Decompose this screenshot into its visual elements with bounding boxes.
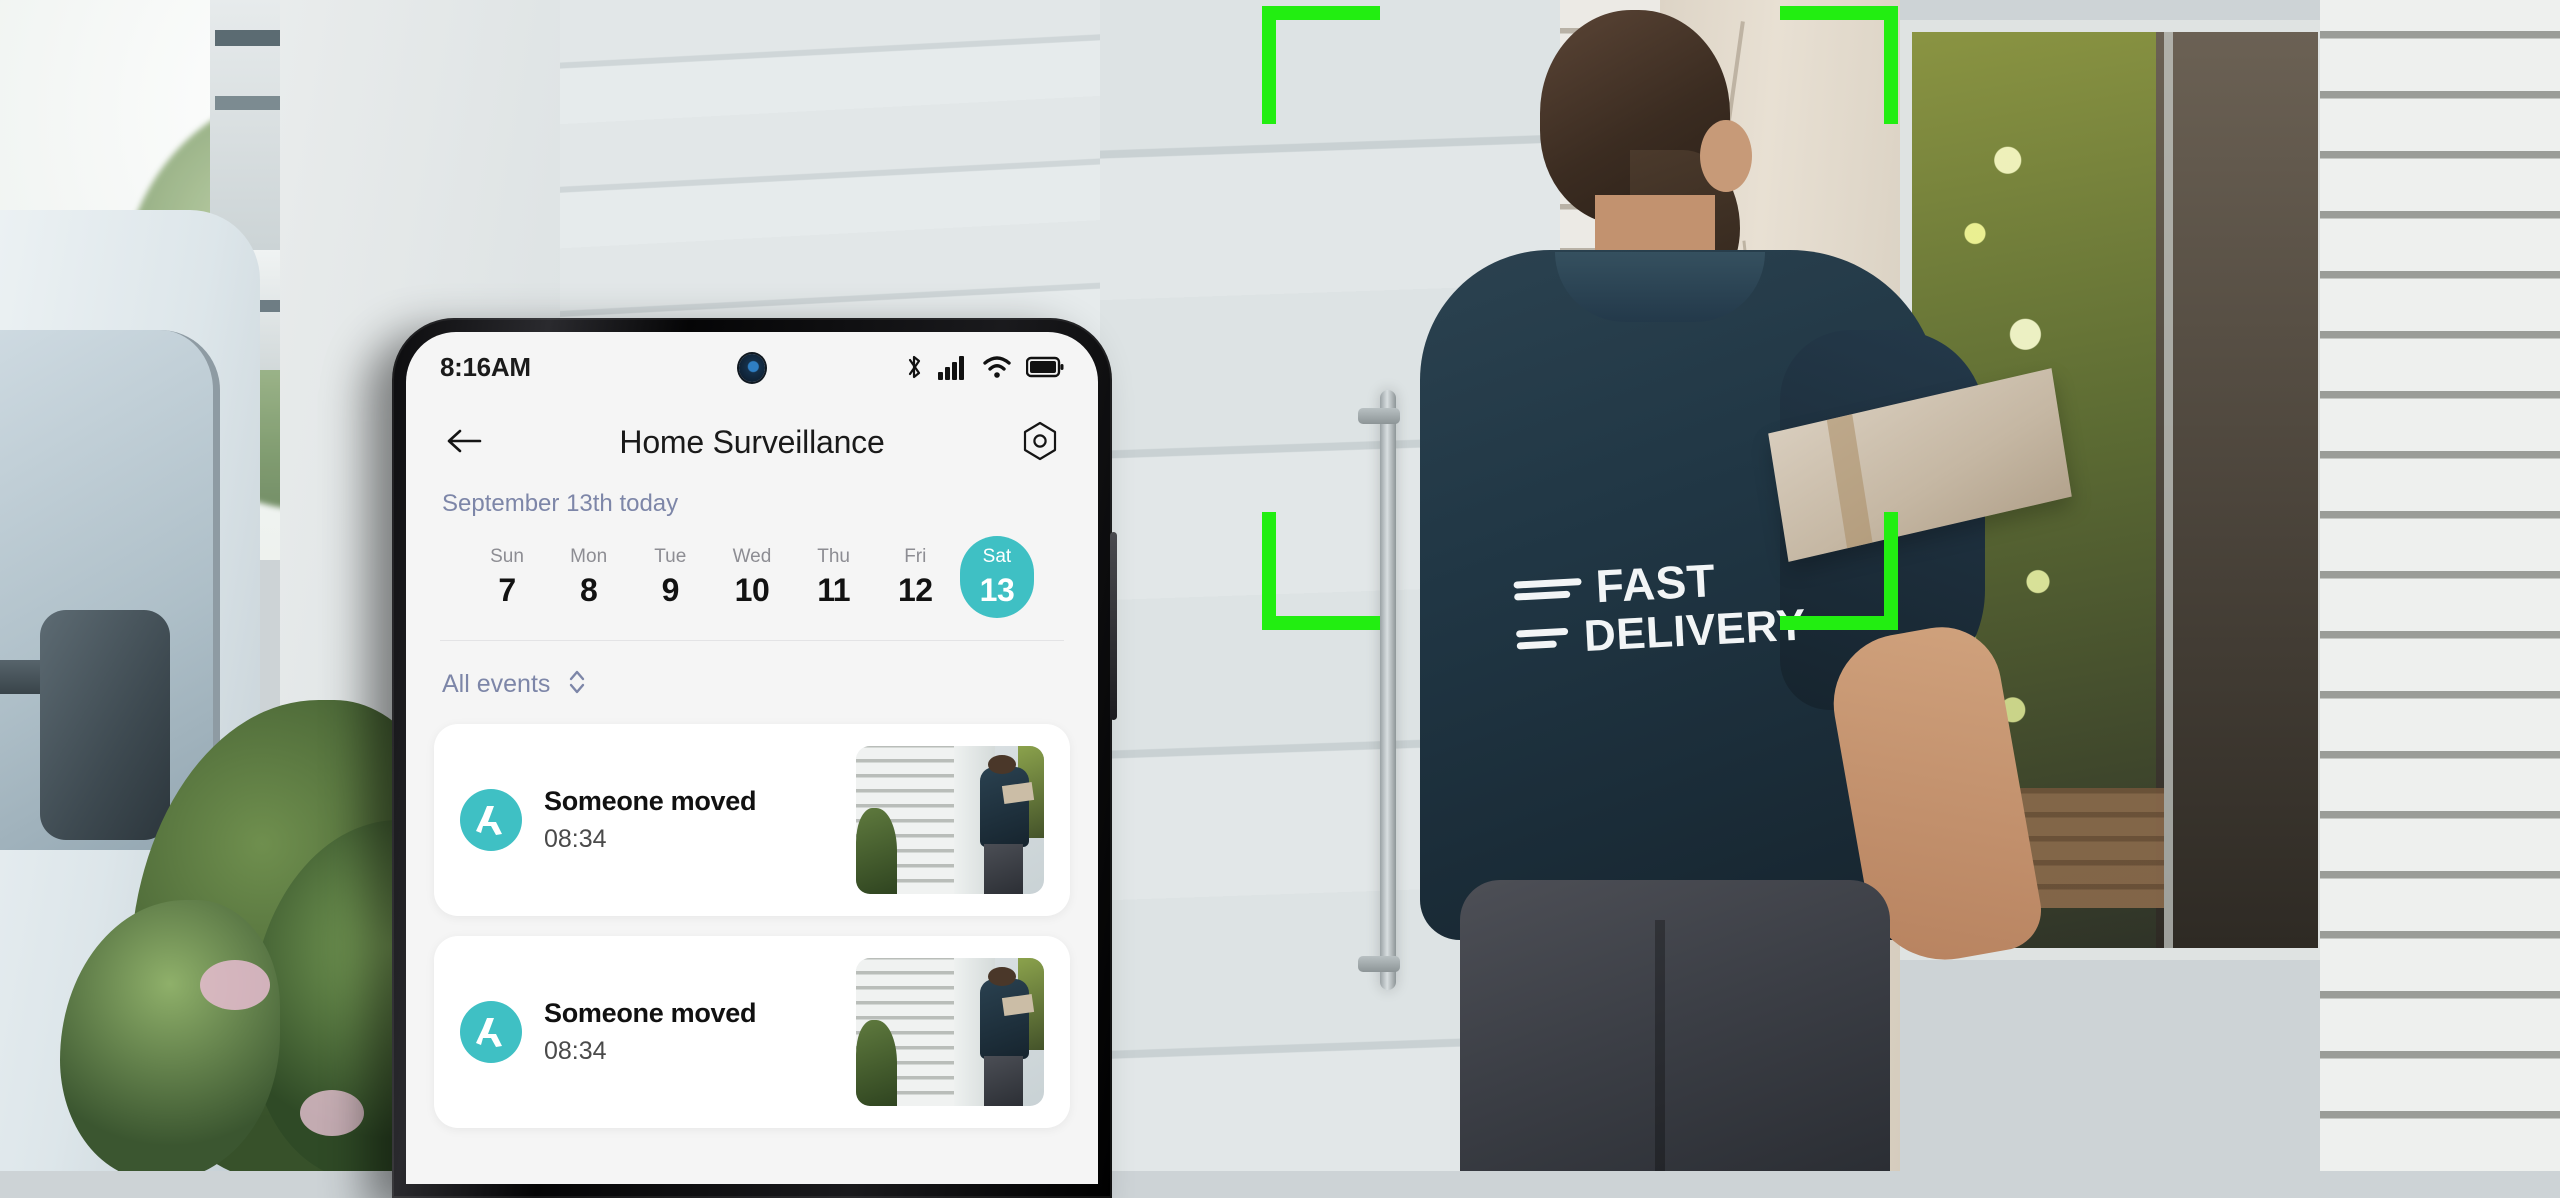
van-side-mirror (40, 610, 170, 840)
event-time: 08:34 (544, 1037, 834, 1066)
shirt-logo-line1: FAST (1595, 557, 1717, 611)
day-tue[interactable]: Tue 9 (633, 536, 707, 618)
app-bar: Home Surveillance (406, 392, 1098, 472)
detection-bracket-top-left (1262, 6, 1382, 126)
event-filter-selector[interactable]: All events (406, 641, 1098, 724)
white-brick-wall (2320, 0, 2560, 1171)
hydrangea-flower (200, 960, 270, 1010)
day-strip: Sun 7 Mon 8 Tue 9 Wed 10 Thu 11 Fri 12 (440, 520, 1064, 641)
day-of-month-label: 13 (980, 572, 1015, 609)
event-text: Someone moved 08:34 (544, 998, 834, 1066)
day-of-month-label: 9 (662, 572, 679, 609)
day-wed[interactable]: Wed 10 (715, 536, 789, 618)
event-thumbnail[interactable] (856, 958, 1044, 1106)
event-title: Someone moved (544, 998, 834, 1029)
detection-bracket-top-right (1778, 6, 1898, 126)
detection-bracket-bottom-left (1262, 510, 1382, 630)
day-of-week-label: Mon (570, 546, 607, 568)
event-card[interactable]: Someone moved 08:34 (434, 724, 1070, 916)
day-of-week-label: Sat (983, 546, 1012, 568)
hydrangea-flower (300, 1090, 364, 1136)
day-sat-selected[interactable]: Sat 13 (960, 536, 1034, 618)
day-of-week-label: Sun (490, 546, 524, 568)
day-of-month-label: 12 (898, 572, 933, 609)
power-button[interactable] (1110, 532, 1117, 720)
event-card[interactable]: Someone moved 08:34 (434, 936, 1070, 1128)
phone-device: 8:16AM (392, 318, 1112, 1198)
status-icons (904, 354, 1064, 380)
events-list: Someone moved 08:34 Someone move (406, 724, 1098, 1128)
page-title: Home Surveillance (488, 424, 1016, 461)
day-of-month-label: 7 (498, 572, 515, 609)
front-camera-icon (739, 354, 765, 382)
motion-walk-icon (460, 1001, 522, 1063)
day-of-week-label: Thu (817, 546, 850, 568)
chevron-up-down-icon (566, 667, 588, 702)
shirt-logo: FAST DELIVERY (1513, 552, 1808, 663)
day-fri[interactable]: Fri 12 (878, 536, 952, 618)
day-of-week-label: Wed (733, 546, 772, 568)
day-of-month-label: 11 (817, 572, 850, 609)
cellular-signal-icon (938, 354, 968, 380)
event-title: Someone moved (544, 786, 834, 817)
event-text: Someone moved 08:34 (544, 786, 834, 854)
event-time: 08:34 (544, 825, 834, 854)
day-of-week-label: Fri (904, 546, 926, 568)
day-of-month-label: 10 (735, 572, 770, 609)
date-header: September 13th today (406, 472, 1098, 520)
day-of-month-label: 8 (580, 572, 597, 609)
battery-icon (1026, 356, 1064, 378)
delivery-courier: FAST DELIVERY (1380, 0, 2000, 1171)
courier-ear (1700, 120, 1752, 192)
motion-walk-icon (460, 789, 522, 851)
phone-screen: 8:16AM (406, 332, 1098, 1184)
status-time: 8:16AM (440, 352, 531, 383)
status-bar: 8:16AM (406, 332, 1098, 392)
detection-bracket-bottom-right (1778, 510, 1898, 630)
background-photo: FAST DELIVERY (0, 0, 2560, 1171)
settings-button[interactable] (1016, 418, 1064, 466)
back-button[interactable] (440, 418, 488, 466)
wifi-icon (982, 354, 1012, 380)
bluetooth-icon (904, 354, 924, 380)
hex-settings-icon (1021, 421, 1059, 464)
day-of-week-label: Tue (654, 546, 686, 568)
day-mon[interactable]: Mon 8 (552, 536, 626, 618)
day-sun[interactable]: Sun 7 (470, 536, 544, 618)
courier-jeans (1460, 880, 1890, 1171)
arrow-left-icon (444, 426, 484, 459)
event-thumbnail[interactable] (856, 746, 1044, 894)
day-thu[interactable]: Thu 11 (797, 536, 871, 618)
event-filter-label: All events (442, 670, 550, 699)
